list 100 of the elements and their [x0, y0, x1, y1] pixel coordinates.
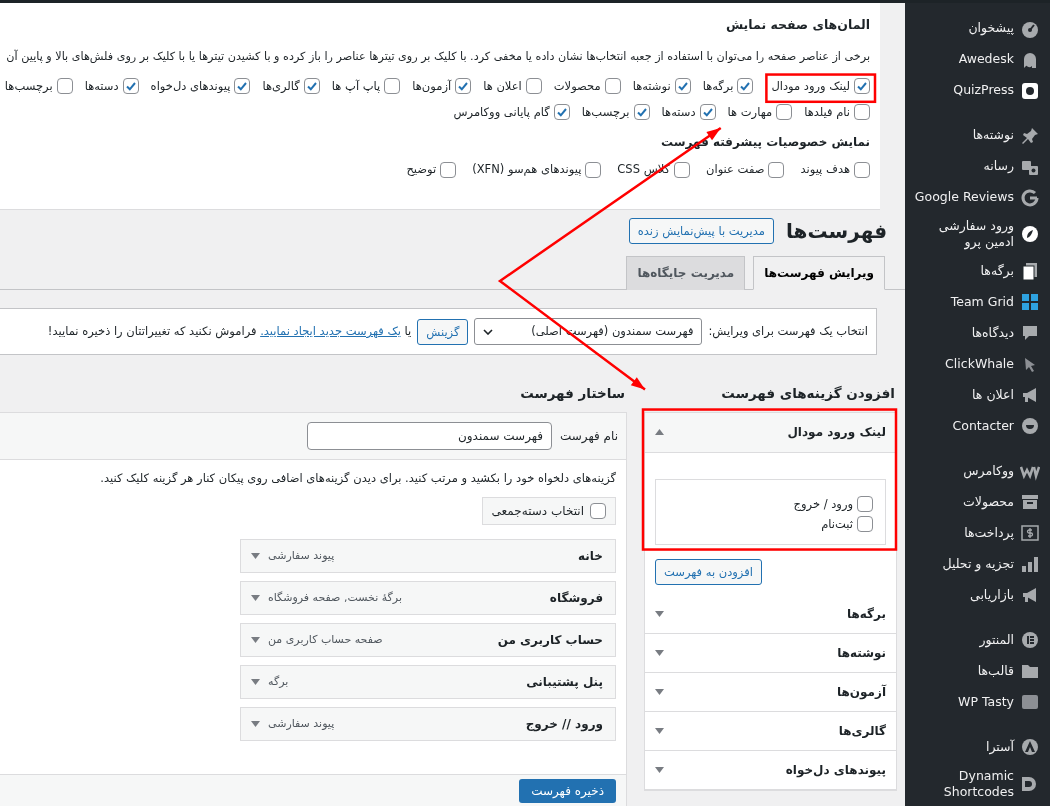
logo-icon — [1020, 80, 1040, 101]
sidebar-item[interactable]: آسترا — [905, 731, 1050, 763]
checkbox[interactable] — [525, 78, 542, 95]
checkbox[interactable] — [303, 78, 320, 95]
sidebar-item[interactable]: برگه‌ها — [905, 255, 1050, 287]
checkbox[interactable] — [633, 104, 650, 121]
expand-arrow-icon[interactable] — [655, 727, 664, 734]
select-button[interactable]: گزینش — [417, 318, 469, 345]
sidebar-item[interactable]: Contacter — [905, 410, 1050, 442]
expand-arrow-icon[interactable] — [655, 688, 664, 695]
checkbox[interactable] — [440, 161, 457, 178]
sidebar-item[interactable]: نوشته‌ها — [905, 120, 1050, 151]
checkbox[interactable] — [857, 516, 873, 533]
checkbox[interactable] — [854, 161, 870, 178]
menu-item-type: پیوند سفارشی — [268, 715, 335, 732]
checkmark-icon — [635, 106, 648, 119]
checkbox[interactable] — [590, 502, 606, 519]
sidebar-item[interactable]: المنتور — [905, 624, 1050, 656]
sidebar-item[interactable]: QuizPress — [905, 75, 1050, 106]
sidebar-item[interactable]: تجزیه و تحلیل — [905, 548, 1050, 580]
sidebar-item[interactable]: ورود سفارشی ادمین پرو — [905, 213, 1050, 256]
sidebar-item[interactable]: قالب‌ها — [905, 655, 1050, 687]
description-text: برخی از عناصر صفحه را می‌توان با استفاده از جعبه انتخاب‌ها نشان داده یا مخفی کرد. با کلیک بر روی تیترها عناصر را باز کرده و با کشیدن تیترها یا با کلیک بر روی فلش‌های بالا و پایین آن — [5, 48, 870, 65]
archive-icon — [1020, 492, 1040, 512]
accordion-header[interactable]: لینک ورود مودال — [645, 412, 896, 453]
checkbox[interactable] — [854, 78, 870, 95]
expand-arrow-icon[interactable] — [655, 610, 664, 617]
menu-select[interactable]: فهرست سمندون (فهرست اصلی) — [474, 318, 703, 346]
menu-item-bar[interactable]: خانه پیوند سفارشی — [240, 538, 616, 573]
sidebar-item[interactable]: رسانه — [905, 151, 1050, 182]
checkmark-icon — [305, 80, 318, 93]
expand-arrow-icon[interactable] — [251, 552, 260, 559]
checkbox[interactable] — [455, 78, 472, 95]
menu-item-bar[interactable]: حساب کاربری من صفحه حساب کاربری من — [240, 622, 616, 657]
tab[interactable]: ویرایش فهرست‌ها — [753, 256, 885, 291]
checkbox[interactable] — [737, 78, 754, 95]
menu-item-title: پنل پشتیبانی — [526, 673, 603, 691]
checkbox-label: صفت عنوان — [706, 161, 765, 179]
sidebar-item[interactable]: Google Reviews — [905, 182, 1050, 213]
menu-item-type: صفحه حساب کاربری من — [268, 631, 383, 648]
checkbox[interactable] — [674, 161, 690, 178]
live-preview-button[interactable]: مدیریت با پیش‌نمایش زنده — [628, 218, 775, 245]
accordion-header[interactable]: نوشته‌ها — [645, 633, 896, 673]
checkbox[interactable] — [768, 161, 785, 178]
expand-arrow-icon[interactable] — [655, 649, 664, 656]
checkbox[interactable] — [585, 161, 602, 178]
expand-arrow-icon[interactable] — [251, 594, 260, 601]
menu-item-bar[interactable]: فروشگاه برگهٔ نخست, صفحه فروشگاه — [240, 580, 616, 615]
sidebar-item[interactable]: WP Tasty — [905, 686, 1050, 718]
sidebar-item[interactable]: ووکامرس — [905, 455, 1050, 487]
expand-arrow-icon[interactable] — [251, 720, 260, 727]
tab[interactable]: مدیریت جایگاه‌ها — [626, 256, 746, 291]
hint-text: یا یک فهرست جدید ایجاد نمایید. فراموش نکنید که تغییراتتان را ذخیره نمایید! — [47, 323, 412, 341]
menu-item-bar[interactable]: پنل پشتیبانی برگه — [240, 664, 616, 699]
sidebar-item[interactable]: Awedesk — [905, 44, 1050, 75]
sidebar-item[interactable]: دیدگاه‌ها — [905, 317, 1050, 349]
create-menu-link[interactable]: یک فهرست جدید ایجاد نمایید. — [260, 324, 401, 339]
checkbox-label: پیوندهای دل‌خواه — [150, 77, 231, 95]
sidebar-item[interactable]: پیشخوان — [905, 13, 1050, 44]
checkbox[interactable] — [553, 104, 570, 121]
sidebar-item[interactable]: Dynamic Shortcodes — [905, 762, 1050, 805]
sidebar-item[interactable]: پرداخت‌ها — [905, 517, 1050, 549]
checkbox[interactable] — [56, 78, 73, 95]
menu-item-type: برگه — [268, 673, 289, 690]
checkbox[interactable] — [776, 104, 793, 121]
accordion-header[interactable]: گالری‌ها — [645, 711, 896, 751]
checkbox-label: دسته‌ها — [84, 77, 119, 95]
checkbox-label: برچسب‌ها — [581, 103, 630, 121]
expand-arrow-icon[interactable] — [655, 766, 664, 773]
accordion-header[interactable]: برگه‌ها — [645, 594, 896, 634]
checkbox[interactable] — [234, 78, 251, 95]
logo-icon — [1020, 187, 1040, 208]
sidebar-item[interactable]: محصولات — [905, 486, 1050, 518]
checkbox[interactable] — [604, 78, 621, 95]
accordion-header[interactable]: پیوندهای دل‌خواه — [645, 750, 896, 790]
checkbox[interactable] — [854, 104, 870, 121]
checkbox-label: دسته‌ها — [661, 103, 696, 121]
checkbox[interactable] — [122, 78, 139, 95]
expand-arrow-icon[interactable] — [251, 678, 260, 685]
checkbox[interactable] — [384, 78, 401, 95]
add-to-menu-button[interactable]: افزودن به فهرست — [655, 558, 762, 585]
menu-item-bar[interactable]: ورود // خروج پیوند سفارشی — [240, 706, 616, 741]
expand-arrow-icon[interactable] — [251, 636, 260, 643]
bulk-select-control[interactable]: انتخاب دسته‌جمعی — [481, 496, 616, 525]
sidebar-item[interactable]: بازاریابی — [905, 579, 1050, 611]
sidebar-item[interactable]: Team Grid — [905, 286, 1050, 318]
save-menu-button[interactable]: ذخیره فهرست — [519, 778, 616, 803]
section-heading: افزودن گزینه‌های فهرست — [720, 385, 896, 402]
chart-icon — [1020, 554, 1040, 574]
instructions-text: گزینه‌های دلخواه خود را بکشید و مرتب کنید. برای دیدن گزینه‌های اضافی روی پیکان کنار هر گزینه کلیک کنید. — [99, 469, 616, 487]
accordion-header[interactable]: آزمون‌ها — [645, 672, 896, 712]
sidebar-item[interactable]: ClickWhale — [905, 348, 1050, 380]
menu-name-field[interactable]: فهرست سمندون — [307, 421, 553, 450]
checkbox[interactable] — [699, 104, 716, 121]
checkbox[interactable] — [674, 78, 691, 95]
checkbox-label: نام فیلدها — [804, 103, 850, 121]
collapse-arrow-icon[interactable] — [655, 429, 664, 436]
sidebar-item[interactable]: اعلان ها — [905, 379, 1050, 411]
leaf-icon — [1020, 224, 1040, 245]
checkbox[interactable] — [857, 496, 873, 513]
